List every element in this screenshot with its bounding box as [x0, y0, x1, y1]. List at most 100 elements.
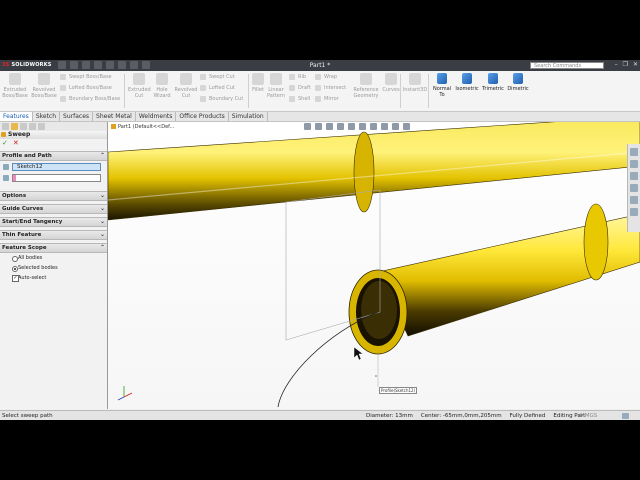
- zoom-area-icon[interactable]: [315, 123, 322, 130]
- model-view: [108, 122, 640, 408]
- design-library-icon[interactable]: [630, 160, 638, 168]
- solidworks-resources-icon[interactable]: [630, 148, 638, 156]
- boundary-cut-button[interactable]: Boundary Cut: [200, 95, 243, 103]
- status-info: Diameter: 13mm Center: -65mm,0mm,205mm F…: [366, 411, 585, 420]
- shell-button[interactable]: Shell: [289, 95, 310, 103]
- tab-simulation[interactable]: Simulation: [229, 112, 268, 121]
- view-orientation-icon[interactable]: [348, 123, 355, 130]
- view-palette-icon[interactable]: [630, 184, 638, 192]
- linear-pattern-button[interactable]: Linear Pattern: [266, 73, 286, 99]
- revolved-boss-button[interactable]: Revolved Boss/Base: [30, 73, 58, 99]
- mouse-cursor: [353, 346, 364, 361]
- property-manager-icon[interactable]: [11, 123, 18, 130]
- feature-manager-icon[interactable]: [2, 123, 9, 130]
- chevron-down-icon: ⌄: [99, 231, 105, 238]
- swept-boss-button[interactable]: Swept Boss/Base: [60, 73, 112, 81]
- profile-selection-box[interactable]: Sketch12: [12, 163, 101, 171]
- tab-sketch[interactable]: Sketch: [33, 112, 61, 121]
- status-bar: Select sweep path Diameter: 13mm Center:…: [0, 410, 640, 420]
- instant3d-button[interactable]: Instant3D: [402, 73, 428, 93]
- options-header[interactable]: Options ⌄: [0, 191, 107, 201]
- units-selector[interactable]: MMGS: [580, 411, 597, 420]
- toolbar-separator: [428, 74, 429, 108]
- status-diameter: Diameter: 13mm: [366, 413, 413, 419]
- swept-cut-button[interactable]: Swept Cut: [200, 73, 235, 81]
- zoom-to-fit-icon[interactable]: [304, 123, 311, 130]
- display-manager-icon[interactable]: [38, 123, 45, 130]
- path-icon: [3, 175, 9, 181]
- tab-surfaces[interactable]: Surfaces: [60, 112, 94, 121]
- search-commands-input[interactable]: Search Commands: [530, 62, 604, 69]
- extruded-cut-button[interactable]: Extruded Cut: [128, 73, 151, 99]
- graphics-area[interactable]: Part1 (Default<<Def... Profile(Sketch12): [108, 122, 640, 409]
- restore-button[interactable]: ❐: [623, 61, 628, 68]
- reference-geometry-button[interactable]: Reference Geometry: [351, 73, 381, 99]
- rib-button[interactable]: Rib: [289, 73, 306, 81]
- guide-curves-header[interactable]: Guide Curves ⌄: [0, 204, 107, 214]
- profile-and-path-header[interactable]: Profile and Path ⌃: [0, 151, 107, 161]
- curves-button[interactable]: Curves: [381, 73, 401, 93]
- ok-button[interactable]: ✓: [2, 139, 8, 148]
- appearances-icon[interactable]: [630, 196, 638, 204]
- selected-bodies-radio[interactable]: Selected bodies: [0, 263, 107, 273]
- revolved-cut-button[interactable]: Revolved Cut: [174, 73, 198, 99]
- ok-cancel-row: ✓ ✕: [0, 139, 107, 148]
- mirror-button[interactable]: Mirror: [315, 95, 339, 103]
- upper-pipe-collar: [353, 131, 375, 213]
- title-bar: 3S SOLIDWORKS Part1 * Search Commands – …: [0, 60, 640, 71]
- trimetric-icon: [488, 73, 498, 84]
- lower-pipe-collar: [583, 203, 609, 281]
- tab-features[interactable]: Features: [0, 112, 33, 121]
- tab-weldments[interactable]: Weldments: [136, 112, 177, 121]
- tab-sheet-metal[interactable]: Sheet Metal: [93, 112, 136, 121]
- window-controls: – ❐ ✕: [615, 61, 638, 68]
- auto-select-checkbox[interactable]: Auto-select: [0, 273, 107, 283]
- command-manager: Extruded Boss/Base Revolved Boss/Base Sw…: [0, 71, 640, 112]
- fillet-icon: [252, 73, 264, 85]
- toolbar-separator: [400, 74, 401, 108]
- configuration-manager-icon[interactable]: [20, 123, 27, 130]
- edit-appearance-icon[interactable]: [381, 123, 388, 130]
- cancel-button[interactable]: ✕: [13, 139, 19, 148]
- custom-properties-icon[interactable]: [630, 208, 638, 216]
- tab-office-products[interactable]: Office Products: [176, 112, 229, 121]
- dimetric-button[interactable]: Dimetric: [506, 73, 530, 92]
- scenes-icon[interactable]: [392, 123, 399, 130]
- previous-view-icon[interactable]: [326, 123, 333, 130]
- trimetric-button[interactable]: Trimetric: [480, 73, 506, 92]
- wrap-button[interactable]: Wrap: [315, 73, 337, 81]
- thin-feature-header[interactable]: Thin Feature ⌄: [0, 230, 107, 240]
- draft-button[interactable]: Draft: [289, 84, 311, 92]
- flyout-feature-tree[interactable]: Part1 (Default<<Def...: [111, 124, 174, 130]
- revolved-boss-icon: [38, 73, 50, 85]
- intersect-button[interactable]: Intersect: [315, 84, 346, 92]
- display-style-icon[interactable]: [359, 123, 366, 130]
- hole-wizard-button[interactable]: Hole Wizard: [151, 73, 173, 99]
- path-selection-box[interactable]: [12, 174, 101, 182]
- reference-geometry-icon: [360, 73, 372, 85]
- property-manager: Sweep ✓ ✕ Profile and Path ⌃ Sketch12 Op…: [0, 122, 108, 409]
- toolbar-separator: [248, 74, 249, 108]
- feature-scope-header[interactable]: Feature Scope ⌃: [0, 243, 107, 253]
- help-icon[interactable]: [622, 413, 629, 419]
- isometric-button[interactable]: Isometric: [454, 73, 480, 92]
- start-end-tangency-header[interactable]: Start/End Tangency ⌄: [0, 217, 107, 227]
- toolbar-separator: [124, 74, 125, 108]
- dimxpert-icon[interactable]: [29, 123, 36, 130]
- fillet-button[interactable]: Fillet: [250, 73, 266, 93]
- view-settings-icon[interactable]: [403, 123, 410, 130]
- chevron-up-icon: ⌃: [99, 244, 105, 251]
- section-view-icon[interactable]: [337, 123, 344, 130]
- minimize-button[interactable]: –: [615, 61, 618, 68]
- lofted-boss-button[interactable]: Lofted Boss/Base: [60, 84, 112, 92]
- hide-show-icon[interactable]: [370, 123, 377, 130]
- chevron-down-icon: ⌄: [99, 218, 105, 225]
- file-explorer-icon[interactable]: [630, 172, 638, 180]
- normal-to-icon: [437, 73, 447, 84]
- all-bodies-radio[interactable]: All bodies: [0, 253, 107, 263]
- boundary-boss-button[interactable]: Boundary Boss/Base: [60, 95, 120, 103]
- lofted-cut-button[interactable]: Lofted Cut: [200, 84, 235, 92]
- extruded-boss-button[interactable]: Extruded Boss/Base: [2, 73, 28, 99]
- normal-to-button[interactable]: Normal To: [431, 73, 453, 98]
- close-button[interactable]: ✕: [633, 61, 638, 68]
